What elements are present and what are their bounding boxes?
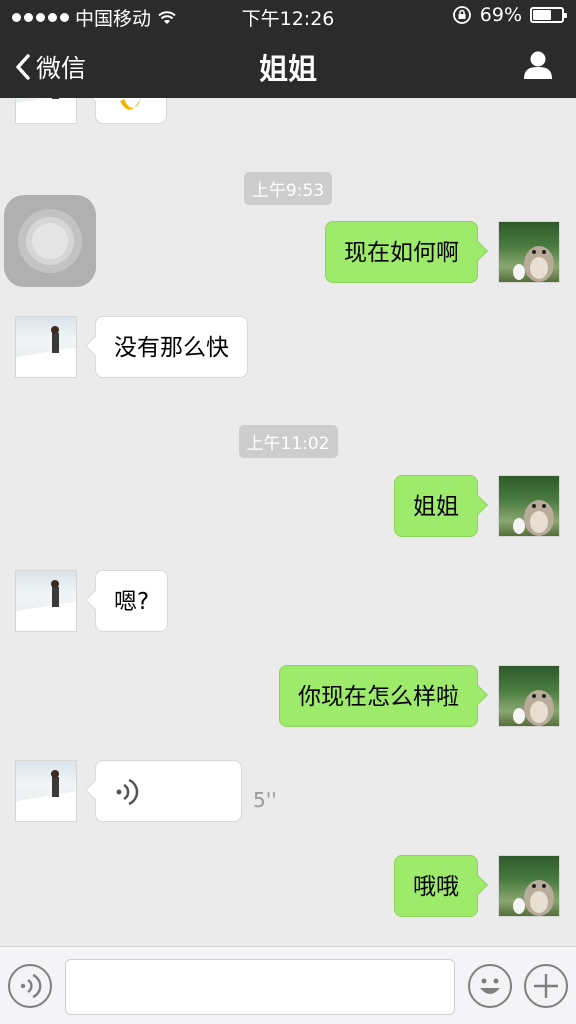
my-message[interactable]: 你现在怎么样啦	[279, 665, 478, 727]
plus-button[interactable]	[524, 964, 568, 1008]
assistive-touch-button[interactable]	[4, 195, 96, 287]
input-bar	[0, 946, 576, 1024]
my-avatar[interactable]	[498, 855, 560, 917]
friend-avatar[interactable]	[15, 98, 77, 124]
my-message[interactable]: 姐姐	[394, 475, 478, 537]
voice-toggle-icon	[20, 973, 42, 999]
voice-message[interactable]	[95, 760, 242, 822]
person-icon	[524, 51, 552, 79]
friend-avatar[interactable]	[15, 570, 77, 632]
my-avatar[interactable]	[498, 221, 560, 283]
friend-avatar[interactable]	[15, 316, 77, 378]
timestamp: 上午11:02	[0, 425, 576, 458]
voice-wave-icon	[116, 778, 139, 806]
friend-message[interactable]: 嗯?	[95, 570, 169, 632]
battery-percent: 69%	[479, 4, 522, 26]
friend-avatar[interactable]	[15, 760, 77, 822]
my-message[interactable]: 现在如何啊	[325, 221, 478, 283]
status-right: 69%	[452, 4, 567, 26]
profile-button[interactable]	[522, 50, 554, 84]
chat-area[interactable]: 上午9:53 现在如何啊 没有那么快 上午11:02 姐姐 嗯? 你现在怎么样啦…	[0, 98, 576, 946]
chat-title: 姐姐	[258, 52, 317, 86]
message-input[interactable]	[65, 959, 455, 1015]
sticker-message[interactable]	[95, 98, 167, 124]
my-avatar[interactable]	[498, 475, 560, 537]
nav-bar: 微信 姐姐	[0, 32, 576, 98]
friend-message[interactable]: 没有那么快	[95, 316, 248, 378]
battery-icon	[530, 7, 567, 23]
plus-icon	[534, 974, 558, 998]
emoji-button[interactable]	[468, 964, 512, 1008]
voice-duration: 5''	[253, 788, 277, 812]
sticker-image	[120, 98, 141, 110]
emoji-icon	[480, 978, 500, 994]
voice-toggle-button[interactable]	[8, 964, 52, 1008]
my-avatar[interactable]	[498, 665, 560, 727]
status-bar: 中国移动 下午12:26 69%	[0, 0, 576, 32]
my-message[interactable]: 哦哦	[394, 855, 478, 917]
rotation-lock-icon	[452, 6, 471, 24]
